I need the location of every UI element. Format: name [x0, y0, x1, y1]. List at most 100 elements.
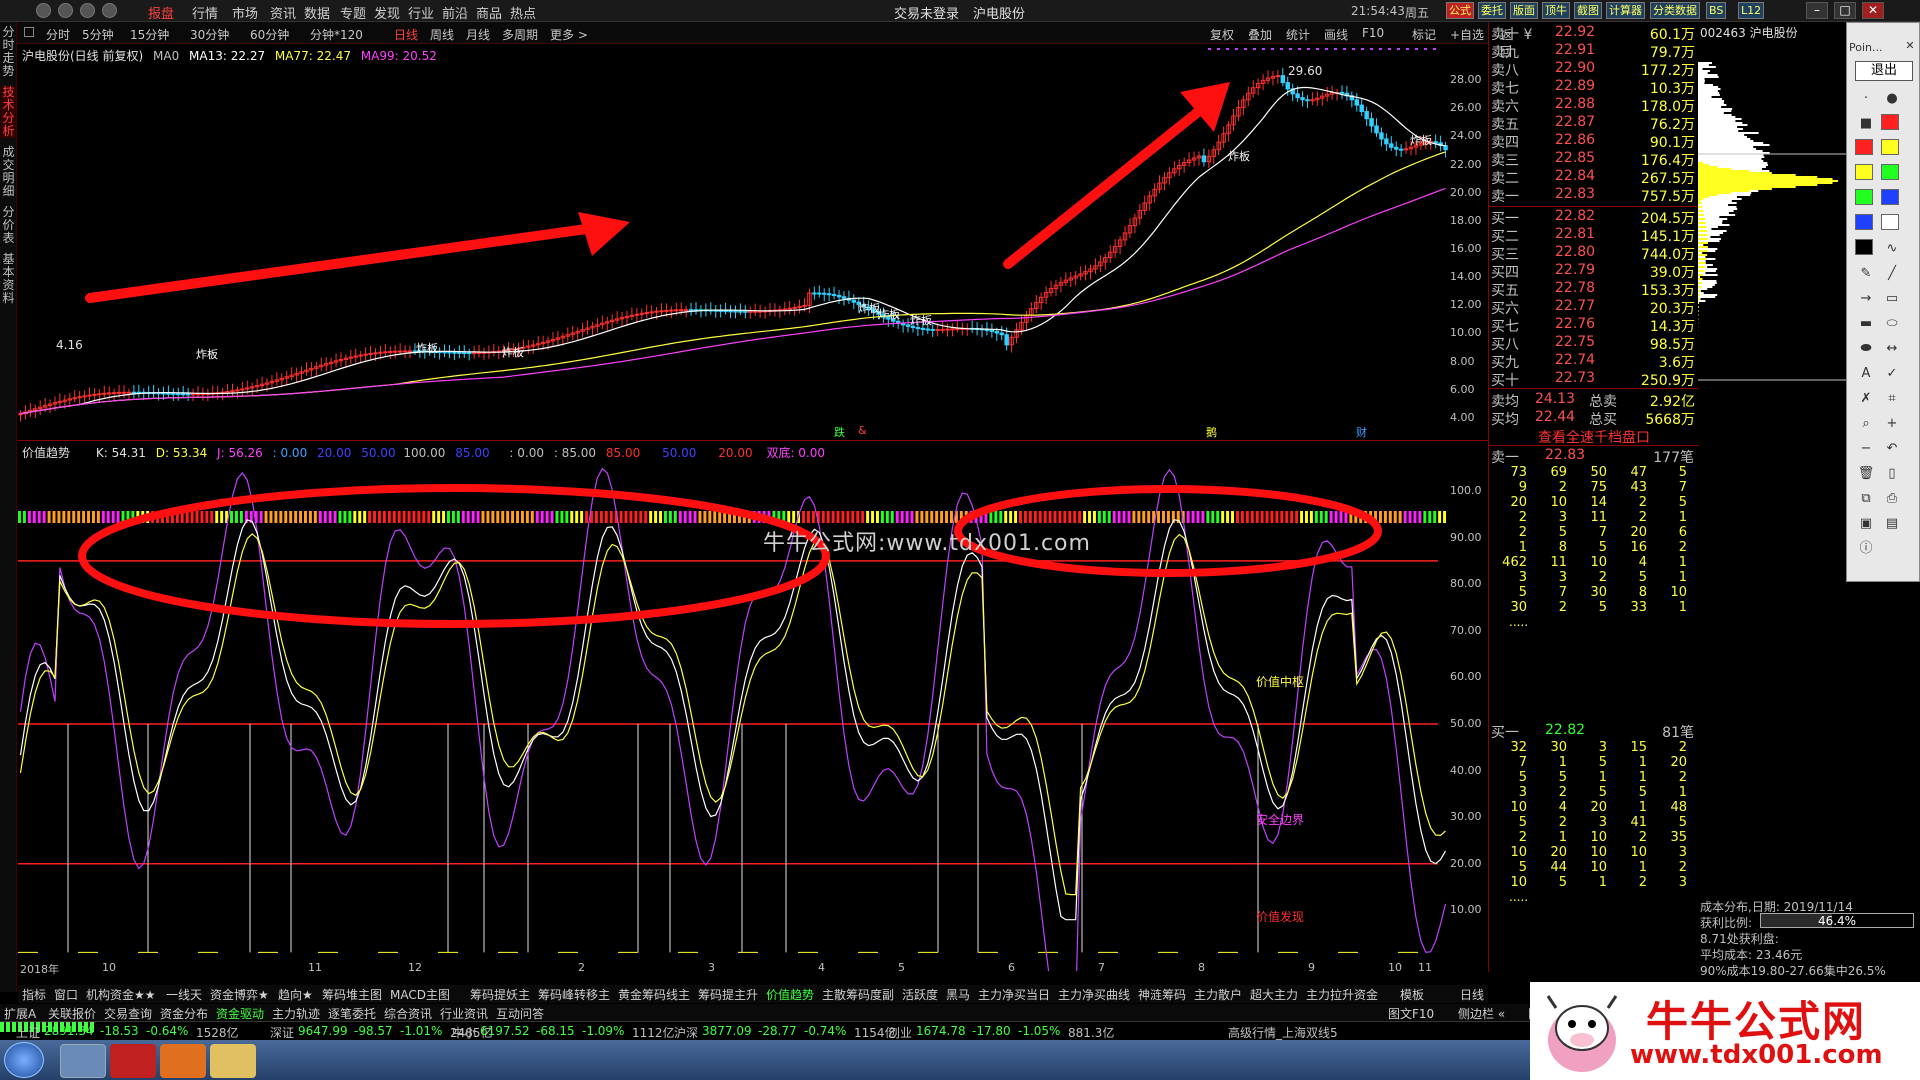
left-tab-3[interactable]: 分价表 — [1, 206, 16, 245]
top-right-button-8[interactable]: L12 — [1738, 2, 1764, 19]
dot-icon[interactable]: · — [1855, 89, 1877, 109]
chart-tool-3[interactable]: 画线 — [1324, 26, 1348, 43]
circle-tool-icon[interactable]: ● — [1881, 89, 1903, 109]
chart-tool-2[interactable]: 统计 — [1286, 26, 1310, 43]
indicator-tab-10[interactable]: 黄金筹码线主 — [618, 986, 690, 1003]
minus-icon[interactable]: − — [1855, 439, 1877, 459]
timeframe-tab-3[interactable]: 30分钟 — [190, 26, 229, 43]
top-right-button-2[interactable]: 版面 — [1510, 2, 1538, 19]
square-tool-icon[interactable]: ■ — [1855, 114, 1877, 134]
extension-right-tab-1[interactable]: 侧边栏 « — [1458, 1005, 1505, 1022]
delete-icon[interactable]: 🗑 — [1855, 464, 1877, 484]
indicator-tab-3[interactable]: 一线天 — [166, 986, 202, 1003]
line-tool-icon[interactable]: ╱ — [1881, 264, 1903, 284]
indicator-tab-12[interactable]: 价值趋势 — [766, 986, 814, 1003]
yellow-color-icon[interactable] — [1855, 164, 1873, 180]
extension-tab-4[interactable]: 资金驱动 — [216, 1005, 264, 1022]
resize-icon[interactable]: ↔ — [1881, 339, 1903, 359]
indicator-tab-19[interactable]: 主力散户 — [1194, 986, 1242, 1003]
extension-tab-7[interactable]: 综合资讯 — [384, 1005, 432, 1022]
text-icon[interactable]: A — [1855, 364, 1877, 384]
indicator-tab-8[interactable]: 筹码提妖主 — [470, 986, 530, 1003]
indicator-tab-14[interactable]: 活跃度 — [902, 986, 938, 1003]
indicator-tab-16[interactable]: 主力净买当日 — [978, 986, 1050, 1003]
info-icon[interactable]: ⓘ — [1855, 539, 1877, 559]
indicator-tab-4[interactable]: 资金博弈★ — [210, 986, 269, 1003]
rect-tool-icon[interactable]: ▭ — [1881, 289, 1903, 309]
menu-8[interactable]: 前沿 — [442, 3, 468, 22]
chart-tool-1[interactable]: 叠加 — [1248, 26, 1272, 43]
layout-icon[interactable] — [24, 27, 34, 37]
minimize-icon[interactable]: – — [1806, 2, 1828, 19]
plus-icon[interactable]: + — [1881, 414, 1903, 434]
indicator-tab-7[interactable]: MACD主图 — [390, 986, 450, 1003]
chart-tool-4[interactable]: F10 — [1362, 26, 1384, 40]
top-right-button-4[interactable]: 截图 — [1574, 2, 1602, 19]
top-right-button-5[interactable]: 计算器 — [1606, 2, 1645, 19]
blue-color-icon[interactable] — [1855, 214, 1873, 230]
save-icon[interactable]: ▣ — [1855, 514, 1877, 534]
green-color-icon[interactable] — [1855, 189, 1873, 205]
extension-tab-6[interactable]: 逐笔委托 — [328, 1005, 376, 1022]
top-right-button-6[interactable]: 分类数据 — [1650, 2, 1700, 19]
close-icon[interactable]: ✕ — [1903, 39, 1917, 53]
menu-1[interactable]: 行情 — [192, 3, 218, 22]
window-control-icon[interactable] — [36, 3, 51, 18]
exit-button[interactable]: 退出 — [1855, 61, 1913, 81]
menu-6[interactable]: 发现 — [374, 3, 400, 22]
start-icon[interactable] — [4, 1042, 44, 1078]
cross-icon[interactable]: ✗ — [1855, 389, 1877, 409]
extension-tab-5[interactable]: 主力轨迹 — [272, 1005, 320, 1022]
curve-tool-icon[interactable]: ∿ — [1881, 239, 1903, 259]
app-icon[interactable] — [110, 1044, 156, 1078]
indicator-tab-21[interactable]: 主力拉升资金 — [1306, 986, 1378, 1003]
maximize-icon[interactable]: □ — [1834, 2, 1856, 19]
timeframe-tab-7[interactable]: 周线 — [430, 26, 454, 43]
timeframe-tab-4[interactable]: 60分钟 — [250, 26, 289, 43]
indicator-tab-2[interactable]: 机构资金★★ — [86, 986, 156, 1003]
timeframe-tab-9[interactable]: 多周期 — [502, 26, 538, 43]
red-color-icon[interactable] — [1881, 114, 1899, 130]
extension-right-tab-0[interactable]: 图文F10 — [1388, 1005, 1434, 1022]
timeframe-tab-1[interactable]: 5分钟 — [82, 26, 114, 43]
page-icon[interactable]: ▯ — [1881, 464, 1903, 484]
menu-9[interactable]: 商品 — [476, 3, 502, 22]
indicator-tab-0[interactable]: 指标 — [22, 986, 46, 1003]
pencil-icon[interactable]: ✎ — [1855, 264, 1877, 284]
indicator-tab-1[interactable]: 窗口 — [54, 986, 78, 1003]
extension-tab-1[interactable]: 关联报价 — [48, 1005, 96, 1022]
bottom-right-tab-1[interactable]: 日线 — [1460, 986, 1484, 1003]
timeframe-tab-10[interactable]: 更多 > — [550, 26, 588, 43]
blue-color-icon[interactable] — [1881, 189, 1899, 205]
top-right-button-1[interactable]: 委托 — [1478, 2, 1506, 19]
indicator-tab-6[interactable]: 筹码堆主图 — [322, 986, 382, 1003]
top-right-button-3[interactable]: 顶牛 — [1542, 2, 1570, 19]
menu-7[interactable]: 行业 — [408, 3, 434, 22]
app-icon[interactable] — [160, 1044, 206, 1078]
timeframe-tab-5[interactable]: 分钟*120 — [310, 26, 363, 43]
indicator-tab-11[interactable]: 筹码提主升 — [698, 986, 758, 1003]
undo-icon[interactable]: ↶ — [1881, 439, 1903, 459]
menu-0[interactable]: 报盘 — [148, 3, 174, 22]
left-tab-0[interactable]: 分时走势 — [1, 26, 16, 78]
top-right-button-0[interactable]: 公式 — [1446, 2, 1474, 19]
chart-tool-5[interactable]: 标记 — [1412, 26, 1436, 43]
crop-icon[interactable]: ⌗ — [1881, 389, 1903, 409]
menu-5[interactable]: 专题 — [340, 3, 366, 22]
timeframe-tab-0[interactable]: 分时 — [46, 26, 70, 43]
arrow-tool-icon[interactable]: → — [1855, 289, 1877, 309]
chart-tool-6[interactable]: +自选 — [1450, 26, 1484, 43]
indicator-tab-17[interactable]: 主力净买曲线 — [1058, 986, 1130, 1003]
left-tab-2[interactable]: 成交明细 — [1, 146, 16, 198]
candlestick-chart[interactable]: 沪电股份(日线 前复权) MA0 MA13: 22.27 MA77: 22.47… — [18, 44, 1488, 440]
indicator-tab-18[interactable]: 神涟筹码 — [1138, 986, 1186, 1003]
red-color-icon[interactable] — [1855, 139, 1873, 155]
zoom-icon[interactable]: ⌕ — [1855, 414, 1877, 434]
view-full-depth-link[interactable]: 查看全速千档盘口 — [1489, 427, 1699, 445]
indicator-chart[interactable]: 价值趋势 K: 54.31 D: 53.34 J: 56.26 : 0.00 2… — [18, 440, 1488, 970]
timeframe-tab-8[interactable]: 月线 — [466, 26, 490, 43]
window-control-icon[interactable] — [80, 3, 95, 18]
indicator-tab-9[interactable]: 筹码峰转移主 — [538, 986, 610, 1003]
ellipse-tool-icon[interactable]: ⬭ — [1881, 314, 1903, 334]
window-control-icon[interactable] — [102, 3, 117, 18]
